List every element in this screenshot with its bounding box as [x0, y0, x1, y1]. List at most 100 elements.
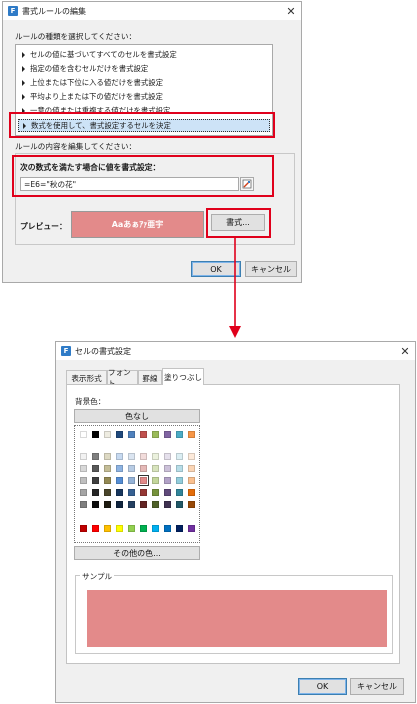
- theme-color-swatch[interactable]: [92, 501, 99, 508]
- theme-color-swatch[interactable]: [104, 489, 111, 496]
- theme-color-swatch[interactable]: [188, 453, 195, 460]
- theme-color-swatch[interactable]: [80, 489, 87, 496]
- theme-color-swatch[interactable]: [128, 501, 135, 508]
- theme-color-swatch[interactable]: [104, 465, 111, 472]
- theme-color-swatch[interactable]: [116, 465, 123, 472]
- standard-color-swatch[interactable]: [164, 525, 171, 532]
- theme-color-swatch[interactable]: [116, 453, 123, 460]
- rule-type-item[interactable]: 平均より上または下の値だけを書式設定: [18, 90, 270, 103]
- cancel-button[interactable]: キャンセル: [350, 678, 404, 695]
- standard-color-swatch[interactable]: [80, 525, 87, 532]
- theme-color-swatch[interactable]: [164, 489, 171, 496]
- theme-color-swatch[interactable]: [80, 465, 87, 472]
- theme-color-swatch[interactable]: [92, 453, 99, 460]
- base-color-swatch[interactable]: [92, 431, 99, 438]
- theme-color-swatch[interactable]: [138, 475, 149, 486]
- theme-color-swatch[interactable]: [116, 501, 123, 508]
- theme-color-swatch[interactable]: [80, 453, 87, 460]
- theme-color-swatch[interactable]: [152, 453, 159, 460]
- standard-color-swatch[interactable]: [140, 525, 147, 532]
- base-color-swatch[interactable]: [188, 431, 195, 438]
- theme-color-swatch[interactable]: [80, 501, 87, 508]
- theme-color-swatch[interactable]: [176, 489, 183, 496]
- connector-arrow: [229, 236, 241, 338]
- rule-type-highlight: [9, 112, 275, 138]
- theme-color-swatch[interactable]: [188, 489, 195, 496]
- formula-label: 次の数式を満たす場合に値を書式設定：: [20, 163, 161, 172]
- standard-color-swatch[interactable]: [92, 525, 99, 532]
- theme-color-swatch[interactable]: [140, 501, 147, 508]
- base-color-swatch[interactable]: [128, 431, 135, 438]
- theme-color-swatch[interactable]: [188, 477, 195, 484]
- tab-border[interactable]: 罫線: [138, 370, 162, 385]
- theme-color-swatch[interactable]: [128, 477, 135, 484]
- theme-color-swatch[interactable]: [176, 465, 183, 472]
- theme-color-swatch[interactable]: [188, 501, 195, 508]
- base-color-swatch[interactable]: [176, 431, 183, 438]
- rule-type-item[interactable]: セルの値に基づいてすべてのセルを書式設定: [18, 48, 270, 61]
- theme-color-swatch[interactable]: [92, 489, 99, 496]
- standard-color-swatch[interactable]: [152, 525, 159, 532]
- close-icon[interactable]: ✕: [395, 342, 415, 360]
- close-icon[interactable]: ✕: [281, 2, 301, 20]
- standard-color-swatch[interactable]: [104, 525, 111, 532]
- theme-color-swatch[interactable]: [164, 465, 171, 472]
- theme-color-swatch[interactable]: [128, 489, 135, 496]
- theme-color-swatch[interactable]: [164, 453, 171, 460]
- theme-color-swatch[interactable]: [104, 453, 111, 460]
- triangle-icon: [22, 65, 25, 72]
- no-color-button[interactable]: 色なし: [74, 409, 200, 423]
- base-color-swatch[interactable]: [116, 431, 123, 438]
- dialog-title: 書式ルールの編集: [22, 6, 86, 16]
- format-button[interactable]: 書式...: [211, 214, 265, 231]
- range-select-icon[interactable]: [240, 177, 254, 191]
- rule-type-item[interactable]: 上位または下位に入る値だけを書式設定: [18, 76, 270, 89]
- cancel-button[interactable]: キャンセル: [245, 261, 297, 277]
- triangle-icon: [22, 93, 25, 100]
- standard-color-swatch[interactable]: [188, 525, 195, 532]
- base-color-swatch[interactable]: [152, 431, 159, 438]
- app-icon: F: [8, 6, 18, 16]
- standard-color-swatch[interactable]: [128, 525, 135, 532]
- triangle-icon: [22, 51, 25, 58]
- theme-color-swatch[interactable]: [140, 489, 147, 496]
- base-color-swatch[interactable]: [140, 431, 147, 438]
- theme-color-swatch[interactable]: [176, 501, 183, 508]
- dialog-title: セルの書式設定: [75, 346, 131, 356]
- tab-font[interactable]: フォント: [107, 368, 138, 388]
- standard-color-swatch[interactable]: [176, 525, 183, 532]
- theme-color-swatch[interactable]: [152, 477, 159, 484]
- theme-color-swatch[interactable]: [116, 477, 123, 484]
- theme-color-swatch[interactable]: [104, 477, 111, 484]
- more-colors-button[interactable]: その他の色...: [74, 546, 200, 560]
- theme-color-swatch[interactable]: [92, 465, 99, 472]
- ok-button[interactable]: OK: [298, 678, 347, 695]
- theme-color-swatch[interactable]: [152, 501, 159, 508]
- rule-type-label: ルールの種類を選択してください：: [15, 32, 137, 41]
- theme-color-swatch[interactable]: [152, 465, 159, 472]
- base-color-swatch[interactable]: [164, 431, 171, 438]
- tab-fill[interactable]: 塗りつぶし: [162, 368, 204, 385]
- preview-label: プレビュー：: [20, 222, 67, 231]
- base-color-swatch[interactable]: [80, 431, 87, 438]
- formula-input[interactable]: =E6="秋の花": [20, 177, 239, 191]
- theme-color-swatch[interactable]: [188, 465, 195, 472]
- theme-color-swatch[interactable]: [164, 477, 171, 484]
- theme-color-swatch[interactable]: [116, 489, 123, 496]
- theme-color-swatch[interactable]: [104, 501, 111, 508]
- theme-color-swatch[interactable]: [176, 477, 183, 484]
- theme-color-swatch[interactable]: [80, 477, 87, 484]
- theme-color-swatch[interactable]: [140, 465, 147, 472]
- tab-number-format[interactable]: 表示形式: [66, 370, 107, 385]
- theme-color-swatch[interactable]: [164, 501, 171, 508]
- theme-color-swatch[interactable]: [128, 453, 135, 460]
- theme-color-swatch[interactable]: [92, 477, 99, 484]
- rule-type-item[interactable]: 指定の値を含むセルだけを書式設定: [18, 62, 270, 75]
- base-color-swatch[interactable]: [104, 431, 111, 438]
- preview-box: Aaあぁｱｧ亜宇: [71, 211, 204, 238]
- theme-color-swatch[interactable]: [176, 453, 183, 460]
- theme-color-swatch[interactable]: [128, 465, 135, 472]
- theme-color-swatch[interactable]: [140, 453, 147, 460]
- standard-color-swatch[interactable]: [116, 525, 123, 532]
- theme-color-swatch[interactable]: [152, 489, 159, 496]
